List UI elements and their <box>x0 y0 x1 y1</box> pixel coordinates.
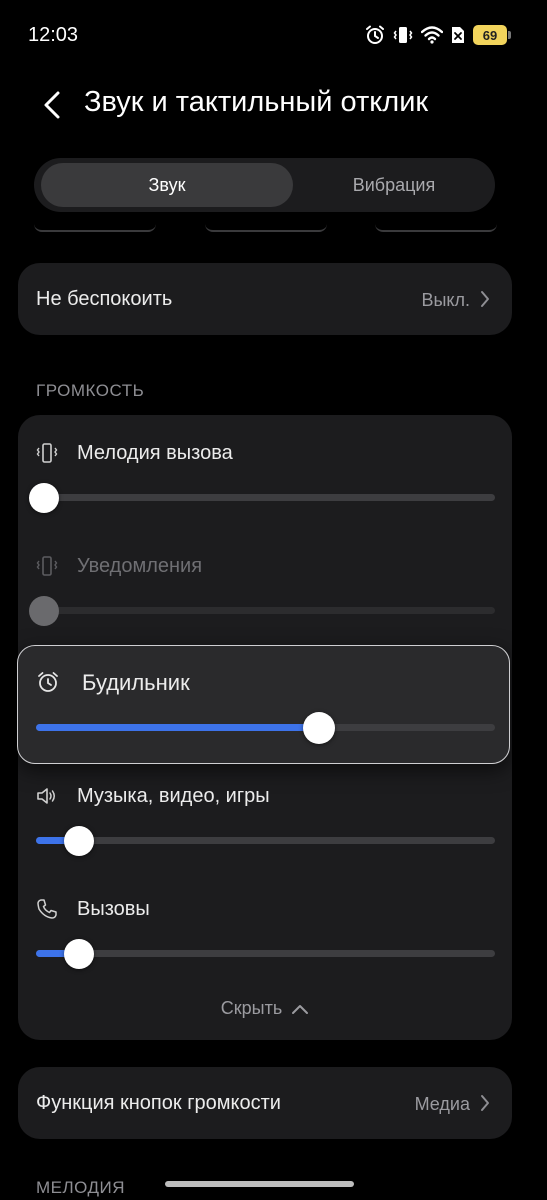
scrolled-tile-edge <box>34 224 156 232</box>
sim-off-icon <box>452 27 464 43</box>
tab-vibration[interactable]: Вибрация <box>299 163 489 207</box>
collapse-label: Скрыть <box>220 998 283 1018</box>
page-title: Звук и тактильный отклик <box>84 86 429 118</box>
volume-knob[interactable] <box>29 482 59 513</box>
volume-label: Музыка, видео, игры <box>77 785 270 807</box>
vibrate-icon <box>36 443 58 463</box>
volume-item-media: Музыка, видео, игры <box>18 785 512 885</box>
status-bar: 12:03 69 <box>0 0 547 70</box>
volume-item-calls: Вызовы <box>18 898 512 998</box>
volume-item-notifications: Уведомления <box>18 555 512 655</box>
volume-fill <box>36 724 319 731</box>
phone-icon <box>37 899 57 919</box>
home-indicator[interactable] <box>165 1181 354 1187</box>
volume-knob[interactable] <box>64 825 95 856</box>
speaker-icon <box>37 788 55 804</box>
volume-slider[interactable] <box>36 825 495 856</box>
volume-knob[interactable] <box>302 711 335 744</box>
collapse-button[interactable]: Скрыть <box>0 998 530 1019</box>
status-icons: 69 <box>365 24 511 46</box>
volume-label: Будильник <box>82 670 190 695</box>
volume-buttons-value: Медиа <box>414 1094 470 1114</box>
volume-item-alarm: Будильник <box>17 645 510 764</box>
header: Звук и тактильный отклик <box>0 80 547 130</box>
alarm-clock-icon <box>38 672 58 692</box>
battery-level: 69 <box>482 27 498 43</box>
tab-sound[interactable]: Звук <box>41 163 293 207</box>
section-title-melody: МЕЛОДИЯ <box>36 1178 126 1197</box>
dnd-row[interactable]: Не беспокоить Выкл. <box>18 263 512 335</box>
chevron-left-icon[interactable] <box>38 88 68 122</box>
battery-icon: 69 <box>473 25 511 45</box>
volume-slider[interactable] <box>36 711 495 744</box>
volume-label: Мелодия вызова <box>77 442 233 464</box>
dnd-value: Выкл. <box>421 290 470 310</box>
chevron-right-icon <box>481 1095 489 1111</box>
vibrate-icon <box>36 556 58 576</box>
segmented-tabs: Звук Вибрация <box>34 158 495 212</box>
scrolled-tile-edge <box>205 224 327 232</box>
volume-slider[interactable] <box>36 938 495 969</box>
status-time: 12:03 <box>28 24 79 46</box>
volume-slider[interactable] <box>29 595 495 626</box>
chevron-right-icon <box>481 291 489 307</box>
wifi-icon <box>421 26 443 44</box>
volume-buttons-row[interactable]: Функция кнопок громкости Медиа <box>18 1067 512 1139</box>
volume-buttons-label: Функция кнопок громкости <box>36 1092 281 1114</box>
scrolled-tile-edge <box>375 224 497 232</box>
volume-slider[interactable] <box>29 482 495 513</box>
volume-label: Уведомления <box>77 555 203 577</box>
volume-knob[interactable] <box>64 938 95 969</box>
volume-knob[interactable] <box>29 595 59 626</box>
vibrate-icon <box>393 27 413 43</box>
alarm-icon <box>366 25 384 44</box>
dnd-label: Не беспокоить <box>36 288 173 310</box>
section-title-volume: ГРОМКОСТЬ <box>36 381 145 400</box>
volume-item-ringtone: Мелодия вызова <box>18 442 512 542</box>
chevron-up-icon <box>292 1005 309 1015</box>
volume-label: Вызовы <box>77 898 150 920</box>
